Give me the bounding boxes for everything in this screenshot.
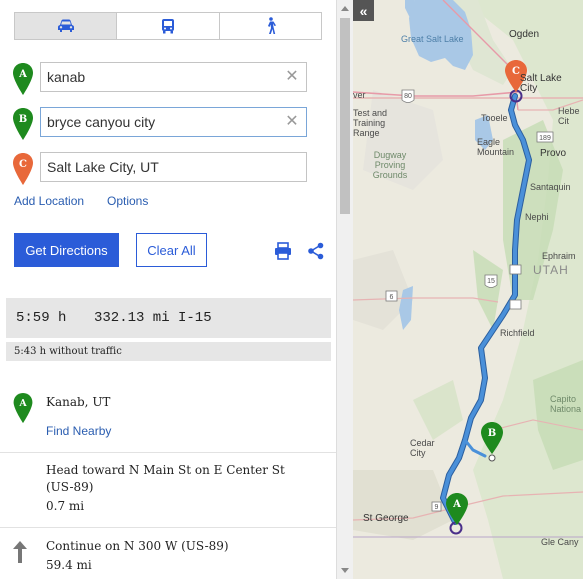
interstate-80-shield-icon: 80 xyxy=(401,89,415,103)
map-label-great-salt-lake: Great Salt Lake xyxy=(401,34,464,44)
clear-all-button[interactable]: Clear All xyxy=(136,233,207,267)
clear-location-b-icon[interactable]: ✕ xyxy=(284,114,300,130)
marker-a-icon: A xyxy=(13,392,33,424)
route-distance: 332.13 mi xyxy=(94,310,170,326)
map-view[interactable]: 80 15 6 189 9 C B A Great Salt Lake Ogde… xyxy=(353,0,583,579)
start-step: A Kanab, UT Find Nearby xyxy=(0,380,336,448)
arrow-up-icon xyxy=(13,541,27,563)
map-label-santaquin: Santaquin xyxy=(530,182,571,192)
map-label-nephi: Nephi xyxy=(525,212,549,222)
start-place: Kanab, UT xyxy=(46,395,111,409)
direction-step[interactable]: Continue on N 300 W (US-89) 59.4 mi xyxy=(0,528,336,579)
collapse-panel-button[interactable]: « xyxy=(353,0,374,21)
marker-b-icon: B xyxy=(13,108,33,140)
map-label-richfield: Richfield xyxy=(500,328,535,338)
step-distance: 59.4 mi xyxy=(46,558,92,572)
marker-c-letter: C xyxy=(19,159,27,170)
location-c-input[interactable] xyxy=(40,152,307,182)
options-link[interactable]: Options xyxy=(107,194,148,208)
us-189-shield-icon: 189 xyxy=(536,131,554,143)
svg-text:6: 6 xyxy=(390,294,394,301)
map-label-eagle-mountain: Eagle Mountain xyxy=(477,137,515,157)
start-marker-letter: A xyxy=(18,398,27,409)
map-label-ogden: Ogden xyxy=(509,29,540,40)
bus-icon xyxy=(161,19,174,34)
svg-text:A: A xyxy=(452,499,461,510)
share-icon[interactable] xyxy=(307,242,325,260)
step-instruction: Head toward N Main St on E Center St (US… xyxy=(46,463,285,494)
scroll-up-arrow-icon[interactable] xyxy=(337,0,353,16)
add-location-link[interactable]: Add Location xyxy=(14,194,84,208)
map-label-test-training: Test and Training Range xyxy=(353,108,388,138)
svg-text:C: C xyxy=(512,66,520,77)
panel-scrollbar[interactable] xyxy=(336,0,353,579)
walk-icon xyxy=(268,17,277,34)
map-label-tooele: Tooele xyxy=(481,113,508,123)
marker-a-letter: A xyxy=(18,69,27,80)
without-traffic-text: 5:43 h without traffic xyxy=(6,342,331,361)
route-summary[interactable]: 5:59 h 332.13 mi I-15 xyxy=(6,298,331,338)
map-label-provo: Provo xyxy=(540,148,567,159)
location-a-input[interactable] xyxy=(40,62,307,92)
svg-text:80: 80 xyxy=(404,93,412,100)
route-time: 5:59 h xyxy=(16,310,67,326)
map-label-hebe: Hebe Cit xyxy=(558,106,580,126)
clear-location-a-icon[interactable]: ✕ xyxy=(284,69,300,85)
direction-step[interactable]: Head toward N Main St on E Center St (US… xyxy=(0,453,336,527)
svg-text:B: B xyxy=(488,428,496,439)
car-icon xyxy=(57,19,74,32)
mode-transit-button[interactable] xyxy=(117,13,220,39)
map-label-dugway: Dugway Proving Grounds xyxy=(372,150,408,180)
svg-text:15: 15 xyxy=(487,278,495,285)
map-label-capitol-reef: Capito Nationa xyxy=(550,394,582,414)
step-instruction: Continue on N 300 W (US-89) xyxy=(46,539,229,553)
map-label-utah: UTAH xyxy=(533,263,569,277)
location-row-a: A ✕ xyxy=(12,62,308,95)
mode-driving-button[interactable] xyxy=(15,13,118,39)
map-label-salt-lake-city: Salt Lake City xyxy=(520,73,562,94)
svg-text:9: 9 xyxy=(435,504,439,511)
scroll-down-arrow-icon[interactable] xyxy=(337,562,353,578)
scrollbar-thumb[interactable] xyxy=(340,18,350,214)
step-distance: 0.7 mi xyxy=(46,499,85,513)
svg-text:189: 189 xyxy=(539,135,551,142)
travel-mode-selector xyxy=(14,12,322,40)
marker-c-icon: C xyxy=(13,153,33,185)
map-label-river: ver xyxy=(353,90,366,100)
route-9-shield-icon: 9 xyxy=(431,501,442,512)
route-highway: I-15 xyxy=(178,310,212,326)
marker-b-letter: B xyxy=(19,114,27,125)
mode-walking-button[interactable] xyxy=(219,13,321,39)
print-icon[interactable] xyxy=(274,242,292,260)
map-label-ephraim: Ephraim xyxy=(542,251,576,261)
map-label-glen-canyon: Gle Cany xyxy=(541,537,579,547)
us-6-shield-icon: 6 xyxy=(385,290,398,302)
location-b-input[interactable] xyxy=(40,107,307,137)
find-nearby-link[interactable]: Find Nearby xyxy=(46,424,111,438)
directions-panel: A ✕ B ✕ C Add Location Options Get Direc… xyxy=(0,0,336,579)
location-row-c: C xyxy=(12,152,308,185)
interstate-15-shield-icon: 15 xyxy=(484,274,498,288)
marker-a-icon: A xyxy=(13,63,33,95)
get-directions-button[interactable]: Get Directions xyxy=(14,233,119,267)
location-row-b: B ✕ xyxy=(12,107,308,140)
map-label-st-george: St George xyxy=(363,513,409,524)
map-label-cedar-city: Cedar City xyxy=(410,438,435,458)
